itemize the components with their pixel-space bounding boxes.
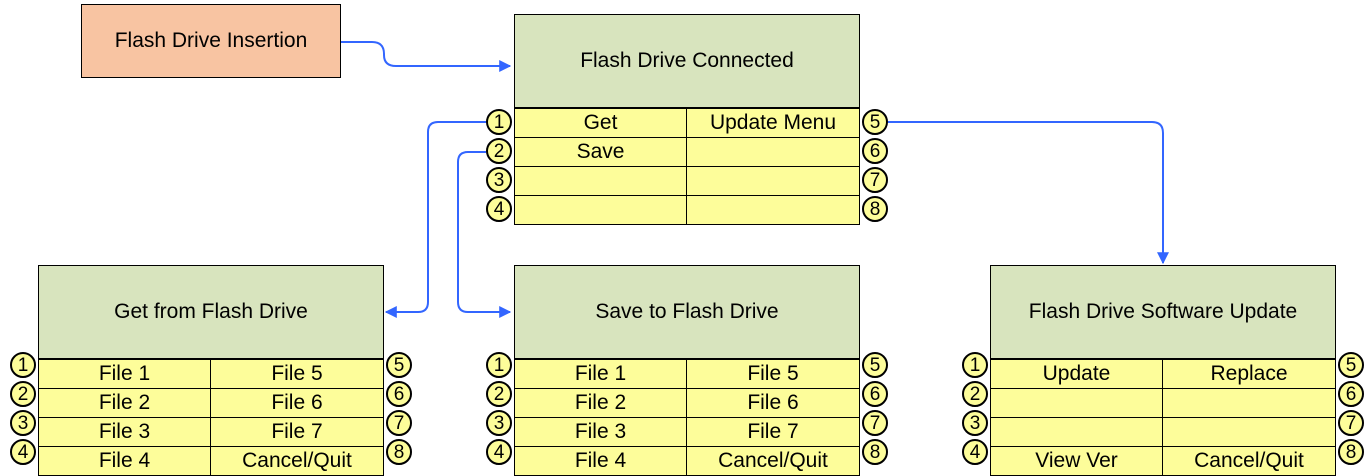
option-number-badge: 7 [862, 410, 888, 436]
option-number-badge: 5 [386, 352, 412, 378]
option-number-badge: 4 [10, 439, 36, 465]
option-number-badge: 6 [1338, 381, 1364, 407]
option-4[interactable]: File 4 [39, 446, 211, 475]
option-4[interactable]: File 4 [515, 446, 687, 475]
option-number-badge: 5 [1338, 352, 1364, 378]
option-number-badge: 2 [486, 381, 512, 407]
option-number-badge: 2 [10, 381, 36, 407]
option-7[interactable]: File 7 [211, 417, 383, 446]
option-3[interactable]: File 3 [39, 417, 211, 446]
option-number-badge: 8 [862, 196, 888, 222]
menu-flash-drive-connected: Flash Drive Connected Get Update Menu Sa… [514, 14, 860, 225]
option-number-badge: 2 [962, 381, 988, 407]
flash-drive-insertion-label: Flash Drive Insertion [114, 29, 308, 52]
option-number-badge: 2 [486, 138, 512, 164]
option-6[interactable]: File 6 [211, 388, 383, 417]
option-1[interactable]: Update [991, 359, 1163, 388]
option-7[interactable]: File 7 [687, 417, 859, 446]
menu-save-to-flash-drive: Save to Flash Drive File 1 File 5 File 2… [514, 265, 860, 476]
menu-title: Get from Flash Drive [38, 265, 384, 358]
option-8[interactable]: Cancel/Quit [1163, 446, 1335, 475]
option-number-badge: 1 [486, 352, 512, 378]
option-number-badge: 3 [486, 167, 512, 193]
menu-title-text: Save to Flash Drive [595, 300, 779, 323]
menu-get-from-flash-drive: Get from Flash Drive File 1 File 5 File … [38, 265, 384, 476]
option-1[interactable]: File 1 [39, 359, 211, 388]
menu-options-grid: File 1 File 5 File 2 File 6 File 3 File … [514, 358, 860, 476]
option-5[interactable]: Update Menu [687, 108, 859, 137]
option-8[interactable]: Cancel/Quit [211, 446, 383, 475]
option-number-badge: 4 [486, 439, 512, 465]
connector-get-to-get-menu [384, 121, 486, 318]
option-number-badge: 7 [386, 410, 412, 436]
option-number-badge: 3 [486, 410, 512, 436]
option-3[interactable] [515, 166, 687, 195]
menu-flash-drive-software-update: Flash Drive Software Update Update Repla… [990, 265, 1336, 476]
menu-options-grid: File 1 File 5 File 2 File 6 File 3 File … [38, 358, 384, 476]
option-5[interactable]: File 5 [211, 359, 383, 388]
menu-title: Flash Drive Software Update [990, 265, 1336, 358]
option-number-badge: 7 [1338, 410, 1364, 436]
option-2[interactable] [991, 388, 1163, 417]
menu-title-text: Flash Drive Connected [580, 49, 794, 72]
option-number-badge: 3 [962, 410, 988, 436]
option-2[interactable]: Save [515, 137, 687, 166]
option-number-badge: 1 [10, 352, 36, 378]
option-number-badge: 8 [386, 439, 412, 465]
option-4[interactable] [515, 195, 687, 224]
option-7[interactable] [1163, 417, 1335, 446]
menu-title-text: Get from Flash Drive [114, 300, 308, 323]
option-1[interactable]: File 1 [515, 359, 687, 388]
option-number-badge: 8 [862, 439, 888, 465]
option-3[interactable]: File 3 [515, 417, 687, 446]
menu-title: Flash Drive Connected [514, 14, 860, 107]
option-number-badge: 6 [386, 381, 412, 407]
option-1[interactable]: Get [515, 108, 687, 137]
option-5[interactable]: File 5 [687, 359, 859, 388]
menu-options-grid: Update Replace View Ver Cancel/Quit [990, 358, 1336, 476]
option-number-badge: 5 [862, 109, 888, 135]
option-number-badge: 4 [962, 439, 988, 465]
option-number-badge: 6 [862, 138, 888, 164]
option-5[interactable]: Replace [1163, 359, 1335, 388]
option-number-badge: 4 [486, 196, 512, 222]
option-number-badge: 1 [962, 352, 988, 378]
option-number-badge: 8 [1338, 439, 1364, 465]
menu-options-grid: Get Update Menu Save [514, 107, 860, 225]
option-number-badge: 5 [862, 352, 888, 378]
option-4[interactable]: View Ver [991, 446, 1163, 475]
connector-insertion-to-connected [341, 41, 512, 72]
menu-title: Save to Flash Drive [514, 265, 860, 358]
option-6[interactable] [1163, 388, 1335, 417]
option-8[interactable]: Cancel/Quit [687, 446, 859, 475]
flash-drive-insertion-box: Flash Drive Insertion [81, 4, 341, 78]
connector-update-to-update-menu [888, 121, 1169, 265]
menu-title-text: Flash Drive Software Update [1028, 300, 1298, 323]
option-6[interactable]: File 6 [687, 388, 859, 417]
option-2[interactable]: File 2 [515, 388, 687, 417]
option-8[interactable] [687, 195, 859, 224]
option-7[interactable] [687, 166, 859, 195]
option-number-badge: 6 [862, 381, 888, 407]
option-number-badge: 1 [486, 109, 512, 135]
option-number-badge: 3 [10, 410, 36, 436]
option-number-badge: 7 [862, 167, 888, 193]
option-3[interactable] [991, 417, 1163, 446]
option-2[interactable]: File 2 [39, 388, 211, 417]
option-6[interactable] [687, 137, 859, 166]
